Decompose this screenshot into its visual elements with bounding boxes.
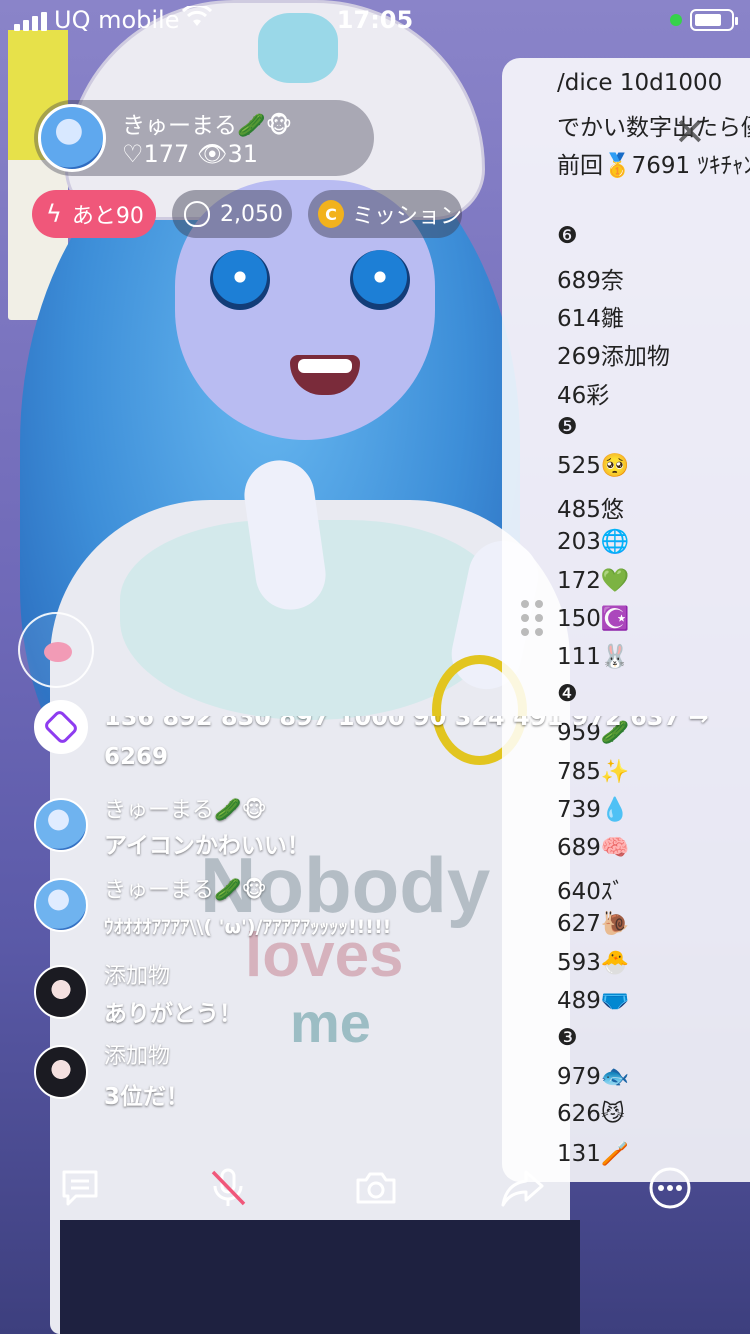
camera-button[interactable]: [348, 1160, 404, 1216]
points-label: 2,050: [220, 201, 283, 227]
avatar[interactable]: [34, 798, 88, 852]
avatar-eye: [210, 250, 270, 310]
host-stats: ♡177 👁31: [122, 140, 258, 168]
dice-panel-line: 614雛: [557, 306, 624, 333]
dice-panel-line: 689奈: [557, 268, 624, 294]
lightning-icon: ϟ: [46, 200, 62, 228]
battery-icon: [690, 9, 738, 31]
dice-panel-line: 489🩲: [557, 987, 630, 1014]
dice-panel-line: 46彩: [557, 382, 610, 409]
dice-panel-line: 627🐌: [557, 911, 630, 938]
avatar[interactable]: [38, 104, 106, 172]
dice-panel-line: 785✨: [557, 758, 630, 785]
mic-toggle-button[interactable]: [200, 1160, 256, 1216]
dice-panel-line: 640ｽﾞ: [557, 879, 624, 906]
camera-icon: [356, 1172, 396, 1204]
host-card[interactable]: きゅーまる🥒🐵 ♡177 👁31: [34, 100, 374, 176]
dice-panel-line: /dice 10d1000: [557, 70, 723, 96]
dice-panel-line: 203🌐: [557, 529, 630, 556]
likes-count: ♡177: [122, 140, 190, 168]
coin-icon: C: [318, 200, 344, 228]
chat-message: ありがとう！: [104, 1001, 242, 1027]
avatar[interactable]: [34, 700, 88, 754]
chat-name: きゅーまる🥒🐵: [104, 878, 267, 903]
chat-name: 添加物: [104, 1044, 171, 1069]
dice-panel-line: ❸: [557, 1025, 578, 1051]
avatar[interactable]: [34, 965, 88, 1019]
floating-bubble[interactable]: [18, 612, 94, 688]
close-icon[interactable]: ✕: [674, 110, 706, 154]
dice-panel-line: 979🐟: [557, 1064, 630, 1091]
dice-result-total: 6269: [104, 744, 169, 770]
dice-panel-line: でかい数字出たら優: [557, 115, 750, 142]
chat-message: 3位だ！: [104, 1084, 190, 1110]
dice-panel-line: 172💚: [557, 567, 630, 594]
dice-panel-line: 111🐰: [557, 644, 630, 670]
dice-panel-line: 前回🥇7691 ﾂｷﾁｬﾝ: [557, 153, 750, 180]
avatar[interactable]: [34, 1045, 88, 1099]
heart-icon: [42, 708, 80, 746]
mic-off-icon: [211, 1168, 246, 1206]
dice-panel-line: 131🪥: [557, 1140, 630, 1167]
chat-message: アイコンかわいい！: [104, 833, 310, 859]
status-bar: UQ mobile 17:05: [0, 0, 750, 40]
recording-indicator: [670, 14, 682, 26]
avatar[interactable]: [34, 878, 88, 932]
drag-handle-icon[interactable]: [521, 600, 543, 636]
points-chip[interactable]: 2,050: [172, 190, 292, 238]
remaining-label: あと90: [71, 204, 144, 229]
clock: 17:05: [336, 6, 414, 34]
dice-panel-line: 150☪️: [557, 605, 630, 632]
dice-panel-line: 485悠: [557, 497, 624, 524]
share-button[interactable]: [494, 1160, 550, 1216]
shirt-text: me: [290, 991, 371, 1054]
dice-panel-line: ❺: [557, 413, 578, 440]
dice-panel-line: 689🧠: [557, 835, 630, 861]
dice-panel-line: 593🐣: [557, 949, 630, 976]
fish-icon: [44, 642, 72, 662]
flame-icon: [184, 201, 210, 227]
mission-label: ミッション: [351, 204, 462, 229]
more-button[interactable]: [642, 1160, 698, 1216]
dice-panel-line: ❹: [557, 681, 578, 708]
dice-panel-line: 269添加物: [557, 344, 670, 371]
comment-icon: [62, 1170, 98, 1206]
more-icon: [649, 1167, 691, 1209]
remaining-chip[interactable]: ϟ あと90: [32, 190, 156, 238]
chat-name: 添加物: [104, 964, 171, 989]
host-name: きゅーまる🥒🐵: [122, 113, 293, 139]
dice-panel-line: 525🥺: [557, 453, 630, 479]
chat-message: ｳｵｵｵｵｱｱｱｱ\\( 'ω')/ｱｱｱｱｱｯｯｯｯ!!!!!: [104, 916, 392, 938]
viewers-count: 👁31: [196, 140, 258, 168]
share-icon: [501, 1170, 544, 1207]
dice-panel-line: 626😼: [557, 1101, 625, 1128]
avatar-legs: [60, 1220, 580, 1334]
avatar-eye: [350, 250, 410, 310]
chat-name: きゅーまる🥒🐵: [104, 798, 267, 823]
dice-panel-line: 739💧: [557, 796, 630, 823]
dice-result-line: 136 892 830 897 1000 90 324 491 972 637 …: [104, 716, 709, 731]
dice-panel-line: ❻: [557, 222, 578, 249]
comment-button[interactable]: [52, 1160, 108, 1216]
mission-chip[interactable]: C ミッション: [308, 190, 462, 238]
